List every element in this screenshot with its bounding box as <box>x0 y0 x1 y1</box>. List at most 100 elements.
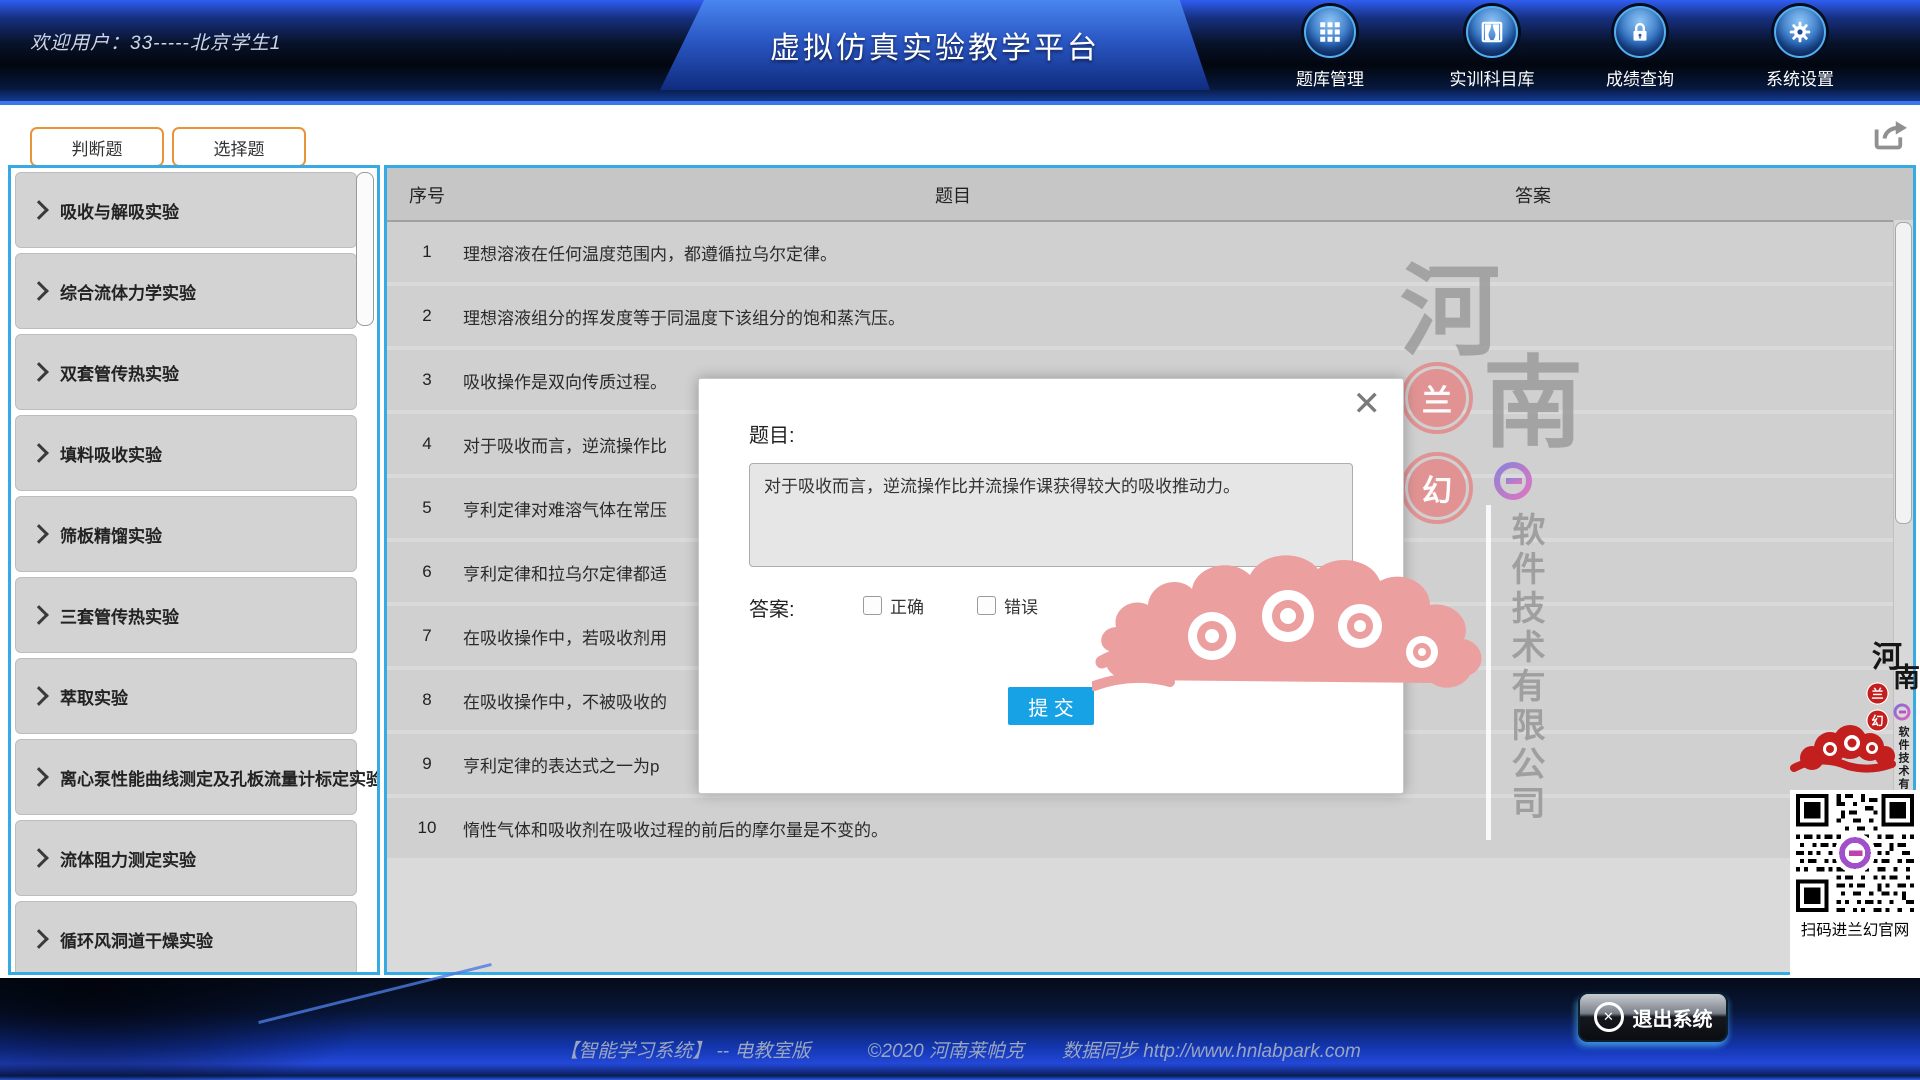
table-row[interactable]: 10 惰性气体和吸收剂在吸收过程的前后的摩尔量是不变的。 <box>387 798 1896 858</box>
page-title: 虚拟仿真实验教学平台 <box>770 23 1100 67</box>
nav-item-question-bank[interactable]: 题库管理 <box>1265 6 1395 90</box>
row-number-cell: 3 <box>387 350 467 410</box>
red-cloud-decoration <box>1790 716 1898 783</box>
qr-code-panel: 扫码进兰幻官网 <box>1790 790 1920 976</box>
sidebar-item-label: 综合流体力学实验 <box>60 279 196 304</box>
sidebar-item-label: 筛板精馏实验 <box>60 522 162 547</box>
row-number-cell: 8 <box>387 670 467 730</box>
answer-option-correct[interactable]: 正确 <box>863 593 924 618</box>
badge-circle-lan: 兰 <box>1866 682 1889 705</box>
table-row[interactable]: 1 理想溶液在任何温度范围内，都遵循拉乌尔定律。 <box>387 222 1896 282</box>
chevron-right-icon <box>29 767 49 787</box>
sidebar-item-label: 流体阻力测定实验 <box>60 846 196 871</box>
sidebar-item[interactable]: 循环风洞道干燥实验 <box>15 901 357 975</box>
nav-item-score-query[interactable]: 成绩查询 <box>1575 6 1705 90</box>
checkbox-correct-label: 正确 <box>890 593 924 618</box>
sidebar-item[interactable]: 吸收与解吸实验 <box>15 172 357 248</box>
modal-question-label: 题目: <box>749 419 795 448</box>
chevron-right-icon <box>29 605 49 625</box>
watermark-circle-lan-text: 兰 <box>1408 369 1466 427</box>
row-number-cell: 5 <box>387 478 467 538</box>
sidebar-item[interactable]: 萃取实验 <box>15 658 357 734</box>
row-number-cell: 4 <box>387 414 467 474</box>
tab-label: 判断题 <box>72 135 123 160</box>
watermark-circle-lan: 兰 <box>1401 362 1473 434</box>
sidebar-item[interactable]: 三套管传热实验 <box>15 577 357 653</box>
chevron-right-icon <box>29 362 49 382</box>
answer-option-wrong[interactable]: 错误 <box>977 593 1038 618</box>
sidebar-item-label: 离心泵性能曲线测定及孔板流量计标定实验 <box>60 765 380 790</box>
nav-label: 系统设置 <box>1735 65 1865 90</box>
checkbox-wrong-label: 错误 <box>1004 593 1038 618</box>
column-header-no: 序号 <box>409 182 445 208</box>
circle-x-icon: ✕ <box>1594 1002 1624 1032</box>
footer-bar: 【智能学习系统】 -- 电教室版 ©2020 河南莱帕克 数据同步 http:/… <box>0 978 1920 1080</box>
curtain-icon <box>1466 6 1518 58</box>
row-number-cell: 7 <box>387 606 467 666</box>
table-scrollbar-thumb[interactable] <box>1895 222 1912 524</box>
exit-button-label: 退出系统 <box>1633 1003 1713 1032</box>
nav-label: 题库管理 <box>1265 65 1395 90</box>
pink-cloud-decoration <box>1092 540 1542 705</box>
table-header-row: 序号 题目 答案 <box>387 168 1913 222</box>
nav-label: 成绩查询 <box>1575 65 1705 90</box>
row-number-cell: 1 <box>387 222 467 282</box>
submit-button[interactable]: 提 交 <box>1008 687 1094 725</box>
header-bar: 欢迎用户：33-----北京学生1 虚拟仿真实验教学平台 题库管理 <box>0 0 1920 90</box>
sidebar-scrollbar-thumb[interactable] <box>356 172 374 326</box>
sidebar-item-label: 双套管传热实验 <box>60 360 179 385</box>
watermark-circle-huan: 幻 <box>1401 452 1473 524</box>
qr-caption: 扫码进兰幻官网 <box>1790 918 1920 940</box>
row-number-cell: 2 <box>387 286 467 346</box>
chevron-right-icon <box>29 929 49 949</box>
nav-item-training-subjects[interactable]: 实训科目库 <box>1427 6 1557 90</box>
nav-label: 实训科目库 <box>1427 65 1557 90</box>
tab-label: 选择题 <box>214 135 265 160</box>
sidebar-item[interactable]: 离心泵性能曲线测定及孔板流量计标定实验 <box>15 739 357 815</box>
sidebar-item-label: 循环风洞道干燥实验 <box>60 927 213 952</box>
badge-char-nan: 南 <box>1893 656 1920 695</box>
sidebar-item-label: 吸收与解吸实验 <box>60 198 179 223</box>
welcome-user-text: 欢迎用户：33-----北京学生1 <box>30 28 281 55</box>
lanhuan-logo-icon <box>1490 458 1536 509</box>
header-band <box>0 90 1920 101</box>
table-row[interactable]: 2 理想溶液组分的挥发度等于同温度下该组分的饱和蒸汽压。 <box>387 286 1896 346</box>
watermark-char-nan: 南 <box>1483 322 1583 467</box>
row-number-cell: 6 <box>387 542 467 602</box>
sidebar-item-label: 三套管传热实验 <box>60 603 179 628</box>
grid-icon <box>1304 6 1356 58</box>
row-question-cell: 理想溶液在任何温度范围内，都遵循拉乌尔定律。 <box>463 222 1886 282</box>
chevron-right-icon <box>29 524 49 544</box>
chevron-right-icon <box>29 443 49 463</box>
sidebar-item-label: 填料吸收实验 <box>60 441 162 466</box>
chevron-right-icon <box>29 848 49 868</box>
column-header-question: 题目 <box>935 182 971 208</box>
sidebar-item[interactable]: 综合流体力学实验 <box>15 253 357 329</box>
nav-item-system-settings[interactable]: 系统设置 <box>1735 6 1865 90</box>
row-number-cell: 10 <box>387 798 467 858</box>
lanhuan-corner-badge: 河 南 兰 幻 软件技术有限公司 <box>1790 632 1920 977</box>
share-export-icon[interactable] <box>1868 116 1910 158</box>
sidebar-item[interactable]: 流体阻力测定实验 <box>15 820 357 896</box>
qr-code <box>1796 794 1914 912</box>
watermark-circle-huan-text: 幻 <box>1408 459 1466 517</box>
checkbox-correct[interactable] <box>863 596 882 615</box>
sidebar-list: 吸收与解吸实验 综合流体力学实验 双套管传热实验 填料吸收实验 <box>15 172 357 975</box>
row-question-cell: 惰性气体和吸收剂在吸收过程的前后的摩尔量是不变的。 <box>463 798 1886 858</box>
sidebar-item[interactable]: 筛板精馏实验 <box>15 496 357 572</box>
app-window: 欢迎用户：33-----北京学生1 虚拟仿真实验教学平台 题库管理 <box>0 0 1920 1080</box>
experiment-sidebar: 吸收与解吸实验 综合流体力学实验 双套管传热实验 填料吸收实验 <box>8 165 380 975</box>
row-question-cell: 理想溶液组分的挥发度等于同温度下该组分的饱和蒸汽压。 <box>463 286 1886 346</box>
checkbox-wrong[interactable] <box>977 596 996 615</box>
sidebar-item[interactable]: 双套管传热实验 <box>15 334 357 410</box>
sidebar-item[interactable]: 填料吸收实验 <box>15 415 357 491</box>
close-icon[interactable]: ✕ <box>1353 387 1382 421</box>
row-number-cell: 9 <box>387 734 467 794</box>
title-panel: 虚拟仿真实验教学平台 <box>660 0 1210 90</box>
tab-choice-questions[interactable]: 选择题 <box>172 127 306 167</box>
lock-icon <box>1614 6 1666 58</box>
column-header-answer: 答案 <box>1515 182 1551 208</box>
tab-judgement-questions[interactable]: 判断题 <box>30 127 164 167</box>
exit-system-button[interactable]: ✕ 退出系统 <box>1578 992 1728 1042</box>
header-accent-line <box>0 101 1920 105</box>
